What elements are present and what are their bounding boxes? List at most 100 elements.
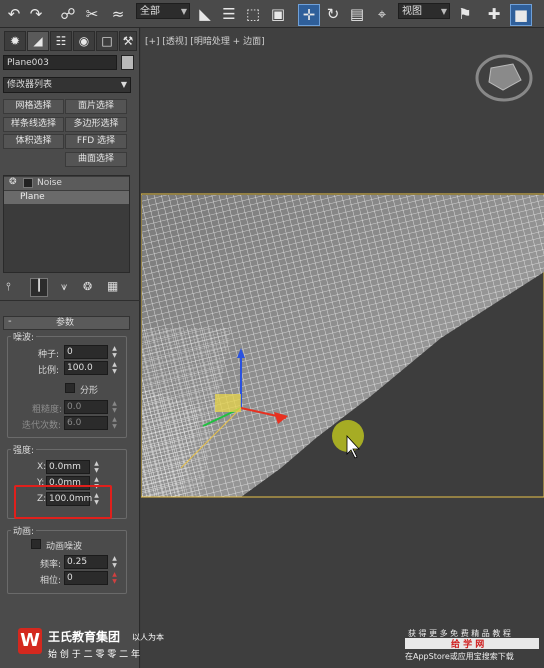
stack-toolbar: ⫯ ┃ ⩛ ❂ ▦ xyxy=(3,278,130,297)
chevron-down-icon: ▼ xyxy=(440,7,447,16)
iterations-spinner[interactable]: 6.0 ▲ ▼ xyxy=(64,416,120,430)
make-unique-icon[interactable]: ⩛ xyxy=(61,280,67,294)
redo-icon[interactable]: ↷ xyxy=(26,4,46,24)
strength-x-label: X: xyxy=(37,462,47,472)
viewport-canvas xyxy=(141,28,544,668)
modify-icon: ◢ xyxy=(33,34,43,48)
spinner-arrows-icon[interactable]: ▲ ▼ xyxy=(110,416,119,430)
iterations-label: 迭代次数: xyxy=(22,421,62,431)
undo-icon[interactable]: ↶ xyxy=(4,4,24,24)
spinner-arrows-icon[interactable]: ▲ ▼ xyxy=(110,555,119,569)
noise-group-title: 噪波: xyxy=(11,330,37,343)
spinner-arrows-icon[interactable]: ▲ ▼ xyxy=(92,460,101,474)
main-toolbar: ↶ ↷ ☍ ✂ ≈ 全部 ▼ ◣ ☰ ⬚ ▣ ✛ ↻ ▤ ⌖ 视图 ▼ ⚑ ✚ … xyxy=(0,0,544,28)
frequency-value[interactable]: 0.25 xyxy=(64,555,108,569)
roughness-spinner[interactable]: 0.0 ▲ ▼ xyxy=(64,400,120,414)
stack-item-plane[interactable]: Plane xyxy=(4,191,129,204)
fractal-checkbox[interactable] xyxy=(65,383,75,393)
stack-modifier-label: Noise xyxy=(37,178,62,188)
tab-create[interactable]: ✹ xyxy=(4,31,26,51)
rect-region-icon[interactable]: ⬚ xyxy=(243,4,263,24)
roughness-label: 粗糙度: xyxy=(32,405,63,415)
viewport-label[interactable]: [+] [透视] [明暗处理 + 边面] xyxy=(145,34,265,47)
watermark-tag: 以人为本 xyxy=(132,633,164,642)
phase-spinner[interactable]: 0 ▲ ▼ xyxy=(64,571,120,585)
watermark-subtitle: 始 创 于 二 零 零 二 年 xyxy=(48,650,141,660)
bind-space-warp-icon[interactable]: ≈ xyxy=(108,4,128,24)
animation-group-title: 动画: xyxy=(11,524,37,537)
divider xyxy=(0,300,140,301)
hierarchy-icon: ☷ xyxy=(55,34,67,48)
selection-filter-dropdown[interactable]: 全部 ▼ xyxy=(136,3,190,19)
wrench-icon: ⚒ xyxy=(122,34,134,48)
parameters-rollout-header[interactable]: - 参数 xyxy=(3,316,130,330)
tab-modify[interactable]: ◢ xyxy=(27,31,49,51)
select-object-icon[interactable]: ◣ xyxy=(195,4,215,24)
mesh-select-button[interactable]: 网格选择 xyxy=(3,99,64,114)
modifier-stack: ❂ Noise Plane xyxy=(3,175,130,273)
select-by-name-icon[interactable]: ☰ xyxy=(219,4,239,24)
watermark-title: 王氏教育集团 xyxy=(48,630,121,644)
volume-select-button[interactable]: 体积选择 xyxy=(3,134,64,149)
watermark-right-line2: 在AppStore或应用宝搜索下载 xyxy=(405,652,514,661)
phase-label: 相位: xyxy=(40,576,62,586)
unlink-icon[interactable]: ✂ xyxy=(82,4,102,24)
move-icon[interactable]: ✛ xyxy=(298,4,320,26)
lightbulb-icon[interactable]: ❂ xyxy=(9,177,17,187)
animate-noise-label: 动画噪波 xyxy=(46,542,83,552)
frequency-label: 频率: xyxy=(40,560,62,570)
spinner-arrows-icon[interactable]: ▲ ▼ xyxy=(110,571,119,585)
tab-motion[interactable]: ◉ xyxy=(73,31,95,51)
sun-icon: ✹ xyxy=(9,34,21,48)
pin-stack-icon[interactable]: ⫯ xyxy=(6,280,11,294)
tab-hierarchy[interactable]: ☷ xyxy=(50,31,72,51)
surface-select-button[interactable]: 曲面选择 xyxy=(65,152,127,167)
tab-utilities[interactable]: ⚒ xyxy=(119,31,137,51)
expand-icon[interactable] xyxy=(23,178,33,188)
named-selection-icon[interactable]: ⚑ xyxy=(455,4,475,24)
scale-spinner[interactable]: 100.0 ▲ ▼ xyxy=(64,361,120,375)
seed-value[interactable]: 0 xyxy=(64,345,108,359)
highlight-box xyxy=(14,485,112,519)
collapse-icon: - xyxy=(8,316,12,327)
window-crossing-icon[interactable]: ▣ xyxy=(268,4,288,24)
modifier-list-value: 修改器列表 xyxy=(7,80,53,90)
strength-x-spinner[interactable]: 0.0mm ▲ ▼ xyxy=(46,460,102,474)
select-manipulate-icon[interactable]: ⌖ xyxy=(372,4,392,24)
ffd-select-button[interactable]: FFD 选择 xyxy=(65,134,127,149)
seed-spinner[interactable]: 0 ▲ ▼ xyxy=(64,345,120,359)
animate-noise-checkbox[interactable] xyxy=(31,539,41,549)
spline-select-button[interactable]: 样条线选择 xyxy=(3,117,64,132)
align-icon[interactable]: ✚ xyxy=(484,4,504,24)
spinner-arrows-icon[interactable]: ▲ ▼ xyxy=(110,345,119,359)
perspective-viewport[interactable] xyxy=(141,28,544,668)
configure-sets-icon[interactable]: ▦ xyxy=(107,279,118,293)
ref-coord-value: 视图 xyxy=(402,6,422,17)
object-name-value: Plane003 xyxy=(7,58,49,68)
strength-group-title: 强度: xyxy=(11,443,37,456)
spinner-arrows-icon[interactable]: ▲ ▼ xyxy=(110,400,119,414)
ref-coord-dropdown[interactable]: 视图 ▼ xyxy=(398,3,450,19)
tab-display[interactable]: □ xyxy=(96,31,118,51)
object-name-input[interactable]: Plane003 xyxy=(3,55,117,70)
poly-select-button[interactable]: 多边形选择 xyxy=(65,117,127,132)
phase-value[interactable]: 0 xyxy=(64,571,108,585)
scale-icon[interactable]: ▤ xyxy=(347,4,367,24)
object-color-swatch[interactable] xyxy=(121,55,134,70)
iterations-value[interactable]: 6.0 xyxy=(64,416,108,430)
rotate-icon[interactable]: ↻ xyxy=(323,4,343,24)
remove-modifier-icon[interactable]: ❂ xyxy=(83,280,92,293)
strength-x-value[interactable]: 0.0mm xyxy=(46,460,90,474)
scale-value[interactable]: 100.0 xyxy=(64,361,108,375)
frequency-spinner[interactable]: 0.25 ▲ ▼ xyxy=(64,555,120,569)
patch-select-button[interactable]: 面片选择 xyxy=(65,99,127,114)
show-end-result-icon[interactable]: ┃ xyxy=(30,278,48,297)
stack-item-noise[interactable]: ❂ Noise xyxy=(4,177,129,190)
roughness-value[interactable]: 0.0 xyxy=(64,400,108,414)
layer-manager-icon[interactable]: ■ xyxy=(510,4,532,26)
chevron-down-icon: ▼ xyxy=(180,7,187,16)
spinner-arrows-icon[interactable]: ▲ ▼ xyxy=(110,361,119,375)
wangshi-logo-icon: W xyxy=(18,628,42,654)
link-icon[interactable]: ☍ xyxy=(58,4,78,24)
modifier-list-dropdown[interactable]: 修改器列表 ▼ xyxy=(3,77,131,93)
